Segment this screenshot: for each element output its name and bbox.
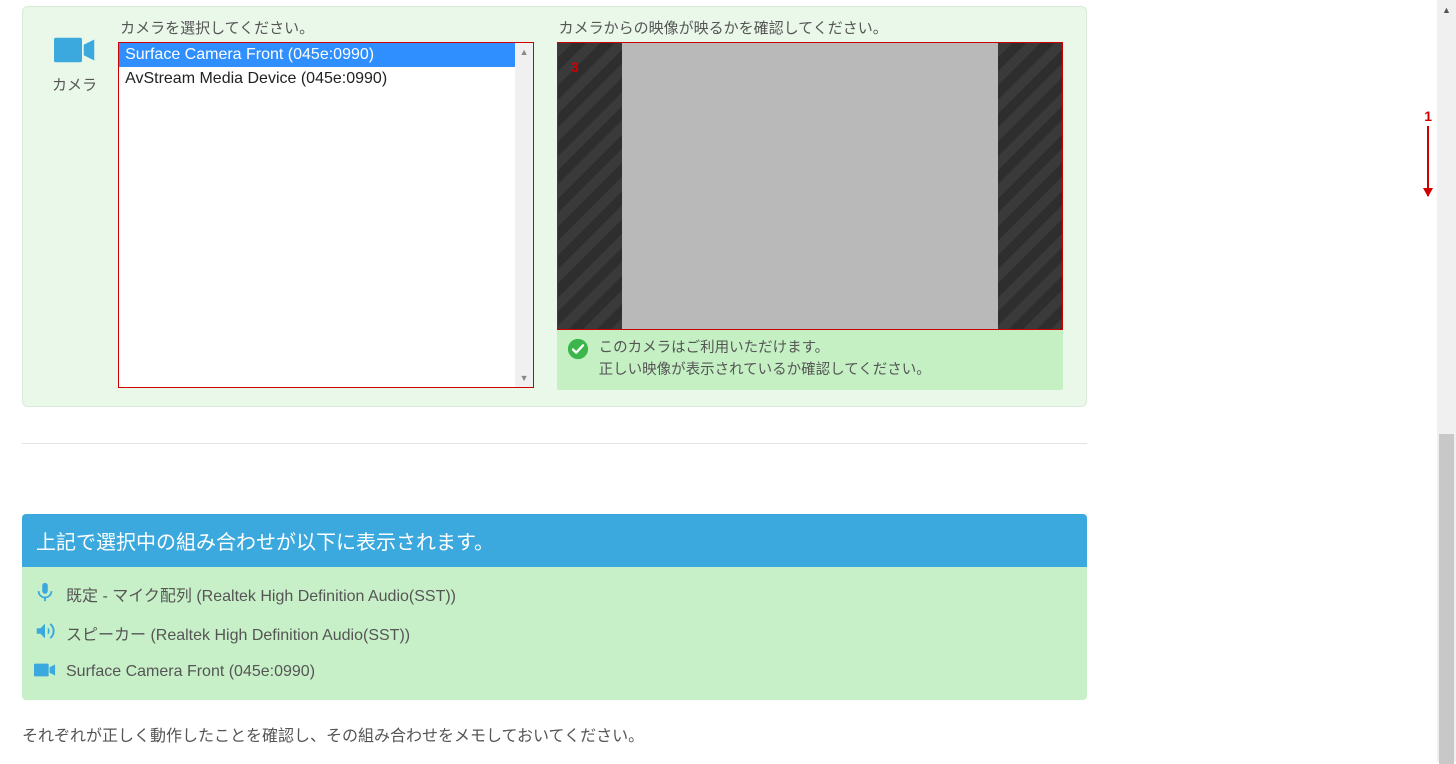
camera-device-listbox[interactable]: Surface Camera Front (045e:0990) AvStrea… xyxy=(118,42,534,388)
scroll-down-icon[interactable]: ▼ xyxy=(515,369,533,387)
summary-mic-text: 既定 - マイク配列 (Realtek High Definition Audi… xyxy=(66,582,456,606)
check-circle-icon xyxy=(567,338,589,365)
microphone-icon xyxy=(34,581,56,608)
selection-summary: 上記で選択中の組み合わせが以下に表示されます。 既定 - マイク配列 (Real… xyxy=(22,514,1087,700)
camera-settings-card: 2 3 カメラ カメラを選択してください。 Surface Camera Fro… xyxy=(22,6,1087,407)
annotation-1-arrow-icon xyxy=(1427,126,1429,196)
preview-letterbox-left xyxy=(558,43,622,329)
camera-select-column: カメラを選択してください。 Surface Camera Front (045e… xyxy=(118,17,543,390)
camera-preview xyxy=(557,42,1063,330)
listbox-scrollbar[interactable]: ▲ ▼ xyxy=(515,43,533,387)
camera-status-bar: このカメラはご利用いただけます。 正しい映像が表示されているか確認してください。 xyxy=(557,330,1063,390)
summary-camera-text: Surface Camera Front (045e:0990) xyxy=(66,663,315,681)
selection-summary-heading: 上記で選択中の組み合わせが以下に表示されます。 xyxy=(22,514,1087,567)
scroll-up-icon[interactable]: ▲ xyxy=(1437,0,1456,19)
annotation-1-label: 1 xyxy=(1424,108,1432,124)
annotation-3: 3 xyxy=(571,59,579,75)
speaker-icon xyxy=(34,620,56,647)
camera-status-text: このカメラはご利用いただけます。 正しい映像が表示されているか確認してください。 xyxy=(599,338,931,382)
camera-device-option[interactable]: AvStream Media Device (045e:0990) xyxy=(119,67,515,91)
summary-row-speaker: スピーカー (Realtek High Definition Audio(SST… xyxy=(34,614,1075,653)
page-content: 2 3 カメラ カメラを選択してください。 Surface Camera Fro… xyxy=(0,0,1437,762)
summary-row-mic: 既定 - マイク配列 (Realtek High Definition Audi… xyxy=(34,575,1075,614)
preview-video-placeholder xyxy=(622,43,998,329)
camera-device-option[interactable]: Surface Camera Front (045e:0990) xyxy=(119,43,515,67)
camera-preview-prompt: カメラからの映像が映るかを確認してください。 xyxy=(557,17,1070,38)
camera-label: カメラ xyxy=(39,74,110,95)
camera-icon xyxy=(54,52,96,69)
annotation-1: 1 xyxy=(1424,108,1432,196)
preview-letterbox-right xyxy=(998,43,1062,329)
scroll-up-icon[interactable]: ▲ xyxy=(515,43,533,61)
camera-device-list: Surface Camera Front (045e:0990) AvStrea… xyxy=(119,43,515,387)
summary-row-camera: Surface Camera Front (045e:0990) xyxy=(34,653,1075,692)
footnote-text: それぞれが正しく動作したことを確認し、その組み合わせをメモしておいてください。 xyxy=(22,722,1417,746)
camera-icon xyxy=(34,659,56,686)
window-scrollbar[interactable]: ▲ ▼ xyxy=(1437,0,1456,762)
camera-status-line2: 正しい映像が表示されているか確認してください。 xyxy=(599,360,931,382)
camera-heading: カメラ xyxy=(39,17,110,390)
scroll-thumb[interactable] xyxy=(1439,434,1454,764)
section-divider xyxy=(22,443,1087,444)
camera-select-prompt: カメラを選択してください。 xyxy=(118,17,543,38)
camera-status-line1: このカメラはご利用いただけます。 xyxy=(599,338,931,360)
scroll-track[interactable] xyxy=(1437,19,1456,743)
summary-speaker-text: スピーカー (Realtek High Definition Audio(SST… xyxy=(66,621,410,645)
camera-preview-column: カメラからの映像が映るかを確認してください。 このカメラはご利用いただけます。 … xyxy=(557,17,1070,390)
selection-summary-body: 既定 - マイク配列 (Realtek High Definition Audi… xyxy=(22,567,1087,700)
